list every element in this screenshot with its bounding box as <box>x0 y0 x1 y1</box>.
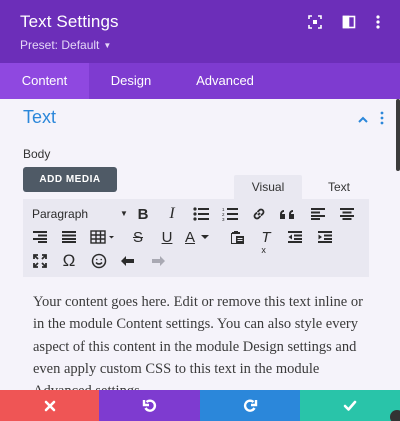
special-character-icon[interactable]: Ω <box>59 251 79 271</box>
format-select[interactable]: Paragraph ▼ <box>32 204 132 224</box>
help-badge[interactable] <box>390 410 400 421</box>
bullet-list-icon[interactable] <box>191 204 211 224</box>
tab-advanced[interactable]: Advanced <box>173 63 277 99</box>
outdent-icon[interactable] <box>285 227 305 247</box>
chevron-up-icon[interactable] <box>357 112 369 130</box>
indent-icon[interactable] <box>315 227 335 247</box>
svg-text:3: 3 <box>222 217 225 221</box>
chevron-down-icon: ▼ <box>103 41 112 50</box>
editor-toolbar: Paragraph ▼ B I 123 S U A T x Ω <box>23 199 369 277</box>
tab-design[interactable]: Design <box>89 63 173 99</box>
tab-content[interactable]: Content <box>0 63 89 99</box>
italic-icon[interactable]: I <box>162 204 182 224</box>
chevron-down-icon: ▼ <box>120 209 128 218</box>
settings-header: Text Settings Preset: Default ▼ <box>0 0 400 63</box>
add-media-button[interactable]: ADD MEDIA <box>23 167 117 192</box>
underline-icon[interactable]: U <box>157 227 177 247</box>
section-title: Text <box>23 107 57 127</box>
tab-text-editor[interactable]: Text <box>304 175 374 199</box>
blockquote-icon[interactable] <box>278 204 298 224</box>
emoji-icon[interactable] <box>89 251 109 271</box>
justify-icon[interactable] <box>59 227 79 247</box>
modal-title: Text Settings <box>20 12 119 31</box>
editor-content[interactable]: Your content goes here. Edit or remove t… <box>33 291 368 390</box>
cancel-button[interactable] <box>0 390 99 421</box>
strikethrough-icon[interactable]: S <box>128 227 148 247</box>
numbered-list-icon[interactable]: 123 <box>220 204 240 224</box>
format-select-value: Paragraph <box>32 207 89 221</box>
close-icon <box>44 400 55 411</box>
modal-footer <box>0 390 400 421</box>
body-field-label: Body <box>23 147 51 161</box>
settings-tabs: Content Design Advanced <box>0 63 400 99</box>
link-icon[interactable] <box>249 204 269 224</box>
undo-button[interactable] <box>99 390 200 421</box>
preset-selector[interactable]: Preset: Default ▼ <box>20 38 111 52</box>
clear-formatting-glyph: Tx <box>261 228 271 255</box>
section-options-icon[interactable] <box>379 111 385 130</box>
paste-text-icon[interactable] <box>227 227 247 247</box>
check-icon <box>343 400 357 411</box>
tab-visual-editor[interactable]: Visual <box>234 175 302 199</box>
table-icon[interactable] <box>89 227 117 247</box>
redo-button[interactable] <box>200 390 300 421</box>
align-center-icon[interactable] <box>337 204 357 224</box>
panel-scrollbar[interactable] <box>396 99 400 171</box>
text-color-glyph: A <box>185 228 196 246</box>
bold-icon[interactable]: B <box>133 204 153 224</box>
more-options-icon[interactable] <box>370 14 386 30</box>
align-left-icon[interactable] <box>308 204 328 224</box>
preset-label: Preset: Default <box>20 38 100 52</box>
undo-icon <box>142 398 156 412</box>
clear-formatting-icon[interactable]: Tx <box>256 227 276 255</box>
save-button[interactable] <box>300 390 400 421</box>
redo-icon <box>148 251 168 271</box>
undo-icon[interactable] <box>118 251 138 271</box>
redo-icon <box>243 398 258 412</box>
fullscreen-icon[interactable] <box>30 251 50 271</box>
settings-panel: Text Body ADD MEDIA Visual Text Paragrap… <box>0 99 400 390</box>
text-color-icon[interactable]: A <box>185 227 215 247</box>
split-view-icon[interactable] <box>341 14 357 30</box>
fullscreen-icon[interactable] <box>307 14 323 30</box>
align-right-icon[interactable] <box>30 227 50 247</box>
